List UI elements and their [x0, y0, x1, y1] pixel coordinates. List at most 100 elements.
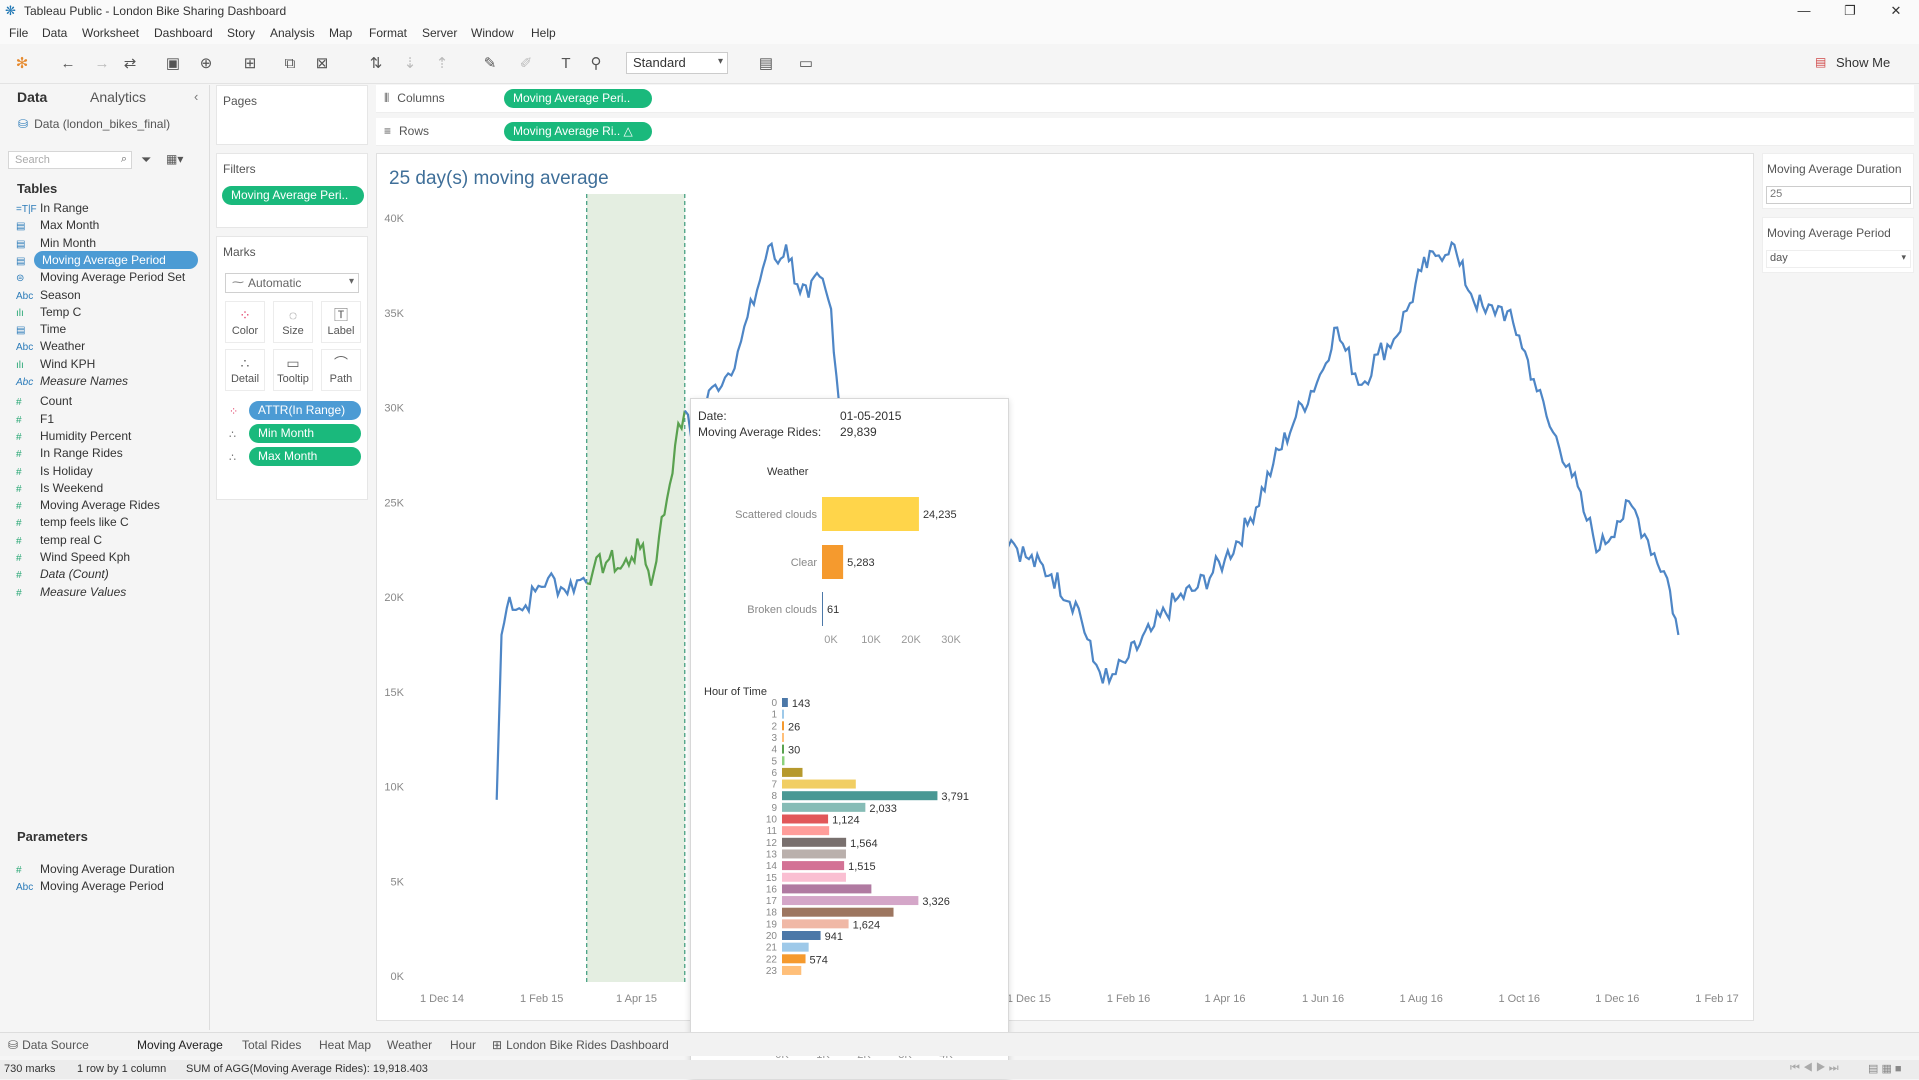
tooltip-icon: ▭ [286, 355, 300, 371]
field-temp-feels-like-c[interactable]: # temp feels like C [16, 513, 206, 531]
field-season[interactable]: Abc Season [16, 286, 206, 304]
hour-bar-label: 18 [766, 908, 778, 919]
fit-select[interactable]: Standard ▾ [626, 52, 728, 74]
rows-shelf[interactable]: ≡ Rows Moving Average Ri.. △ [376, 118, 1914, 146]
swap-icon[interactable]: ⇅ [366, 54, 386, 74]
presentation-icon[interactable]: ▭ [796, 54, 816, 74]
viz-area[interactable]: 25 day(s) moving average 0K 5K 10K 15K 20K 25… [376, 153, 1754, 1021]
field-count[interactable]: # Count [16, 392, 206, 410]
mark-pill-attr-in-range[interactable]: ATTR(In Range) [249, 401, 361, 420]
duplicate-icon[interactable]: ⧉ [280, 54, 300, 74]
period-param-select[interactable]: day ▾ [1766, 250, 1911, 268]
field-temp-real-c[interactable]: # temp real C [16, 531, 206, 549]
menu-window[interactable]: Window [471, 26, 514, 40]
replay-icon[interactable]: ⇄ [120, 54, 140, 74]
tab-moving-average[interactable]: Moving Average [137, 1038, 223, 1052]
tab-hour[interactable]: Hour [450, 1038, 476, 1052]
pages-card[interactable]: Pages [216, 85, 368, 145]
field-moving-average-period[interactable]: ▤ Moving Average Period [16, 250, 206, 269]
menu-worksheet[interactable]: Worksheet [82, 26, 139, 40]
field-wind-kph[interactable]: ılı Wind KPH [16, 355, 206, 373]
menu-map[interactable]: Map [329, 26, 352, 40]
show-cards-icon[interactable]: ▤ [756, 54, 776, 74]
field-in-range[interactable]: =T|F In Range [16, 199, 206, 217]
show-me-button[interactable]: Show Me [1836, 55, 1890, 70]
nav-arrows-icon[interactable]: ⏮ ◀ ▶ ⏭ [1790, 1062, 1839, 1075]
line-chart[interactable]: 0K5K10K15K20K25K30K35K40K1 Dec 14 1 Feb 1… [377, 154, 1755, 1022]
field-data-count[interactable]: # Data (Count) [16, 565, 206, 583]
color-button[interactable]: ⁘ Color [225, 301, 265, 343]
view-mode-icon[interactable]: ▤ ▦ ■ [1868, 1062, 1902, 1075]
label-button[interactable]: 🅃 Label [321, 301, 361, 343]
field-measure-names[interactable]: Abc Measure Names [16, 372, 206, 390]
field-f1[interactable]: # F1 [16, 410, 206, 428]
collapse-pane-icon[interactable]: ‹ [194, 89, 198, 104]
search-input[interactable]: Search ⌕ [8, 151, 132, 169]
menu-dashboard[interactable]: Dashboard [154, 26, 213, 40]
columns-pill[interactable]: Moving Average Peri.. [504, 89, 652, 108]
detail-button[interactable]: ∴ Detail [225, 349, 265, 391]
field-max-month[interactable]: ▤ Max Month [16, 216, 206, 234]
filter-icon[interactable]: ⏷ [141, 152, 151, 168]
mark-type-select[interactable]: Automatic ▾ ⁓ [225, 273, 359, 293]
menu-server[interactable]: Server [422, 26, 457, 40]
new-worksheet-icon[interactable]: ⊞ [240, 54, 260, 74]
show-labels-icon[interactable]: T [556, 54, 576, 74]
minimize-button[interactable]: — [1781, 0, 1827, 22]
show-me-icon: ▤ [1815, 55, 1827, 69]
undo-icon[interactable]: ← [58, 54, 78, 74]
save-icon[interactable]: ▣ [163, 54, 183, 74]
tab-weather[interactable]: Weather [387, 1038, 432, 1052]
field-in-range-rides[interactable]: # In Range Rides [16, 444, 206, 462]
mark-pill-min-month[interactable]: Min Month [249, 424, 361, 443]
duration-param-input[interactable]: 25 [1766, 186, 1911, 204]
field-time[interactable]: ▤ Time [16, 320, 206, 338]
field-measure-values[interactable]: # Measure Values [16, 583, 206, 601]
size-button[interactable]: ◌ Size [273, 301, 313, 343]
field-wind-speed-kph[interactable]: # Wind Speed Kph [16, 548, 206, 566]
highlight-icon[interactable]: ✎ [480, 54, 500, 74]
menu-format[interactable]: Format [369, 26, 407, 40]
field-weather[interactable]: Abc Weather [16, 337, 206, 355]
tab-data-source[interactable]: ⛁ Data Source [8, 1038, 89, 1052]
sort-descending-icon[interactable]: ⇡ [432, 54, 452, 74]
field-temp-c[interactable]: ılı Temp C [16, 303, 206, 321]
sort-ascending-icon[interactable]: ⇣ [400, 54, 420, 74]
path-button[interactable]: ⌒ Path [321, 349, 361, 391]
view-toggle-icon[interactable]: ▦▾ [166, 152, 183, 166]
menu-data[interactable]: Data [42, 26, 67, 40]
clear-sheet-icon[interactable]: ⊠ [312, 54, 332, 74]
menu-story[interactable]: Story [227, 26, 255, 40]
field-humidity-percent[interactable]: # Humidity Percent [16, 427, 206, 445]
redo-icon[interactable]: → [92, 54, 112, 74]
mark-pill-max-month[interactable]: Max Month [249, 447, 361, 466]
tab-heat-map[interactable]: Heat Map [319, 1038, 371, 1052]
filter-pill[interactable]: Moving Average Peri.. [222, 186, 364, 205]
tab-total-rides[interactable]: Total Rides [242, 1038, 301, 1052]
group-icon[interactable]: ✐ [516, 54, 536, 74]
tableau-home-icon[interactable]: ✻ [12, 54, 32, 74]
field-min-month[interactable]: ▤ Min Month [16, 234, 206, 252]
parameter-moving-average-period[interactable]: Abc Moving Average Period [16, 877, 206, 895]
tab-data[interactable]: Data [17, 89, 47, 105]
tooltip-button[interactable]: ▭ Tooltip [273, 349, 313, 391]
maximize-button[interactable]: ❐ [1827, 0, 1873, 22]
datasource-item[interactable]: ⛁ Data (london_bikes_final) [18, 117, 170, 131]
hour-bar [782, 907, 894, 917]
field-moving-average-period-set[interactable]: ⊜ Moving Average Period Set [16, 268, 206, 286]
menu-file[interactable]: File [9, 26, 28, 40]
new-datasource-icon[interactable]: ⊕ [196, 54, 216, 74]
filters-card[interactable]: Filters Moving Average Peri.. [216, 153, 368, 228]
field-is-holiday[interactable]: # Is Holiday [16, 462, 206, 480]
menu-analysis[interactable]: Analysis [270, 26, 315, 40]
field-is-weekend[interactable]: # Is Weekend [16, 479, 206, 497]
close-button[interactable]: ✕ [1873, 0, 1919, 22]
menu-help[interactable]: Help [531, 26, 556, 40]
columns-shelf[interactable]: ⦀ Columns Moving Average Peri.. [376, 85, 1914, 113]
tab-analytics[interactable]: Analytics [90, 89, 146, 105]
rows-pill[interactable]: Moving Average Ri.. △ [504, 122, 652, 141]
pin-icon[interactable]: ⚲ [586, 54, 606, 74]
tab-london-bike-rides-dashboard[interactable]: ⊞ London Bike Rides Dashboard [492, 1038, 669, 1052]
parameter-moving-average-duration[interactable]: # Moving Average Duration [16, 860, 206, 878]
field-moving-average-rides[interactable]: # Moving Average Rides [16, 496, 206, 514]
